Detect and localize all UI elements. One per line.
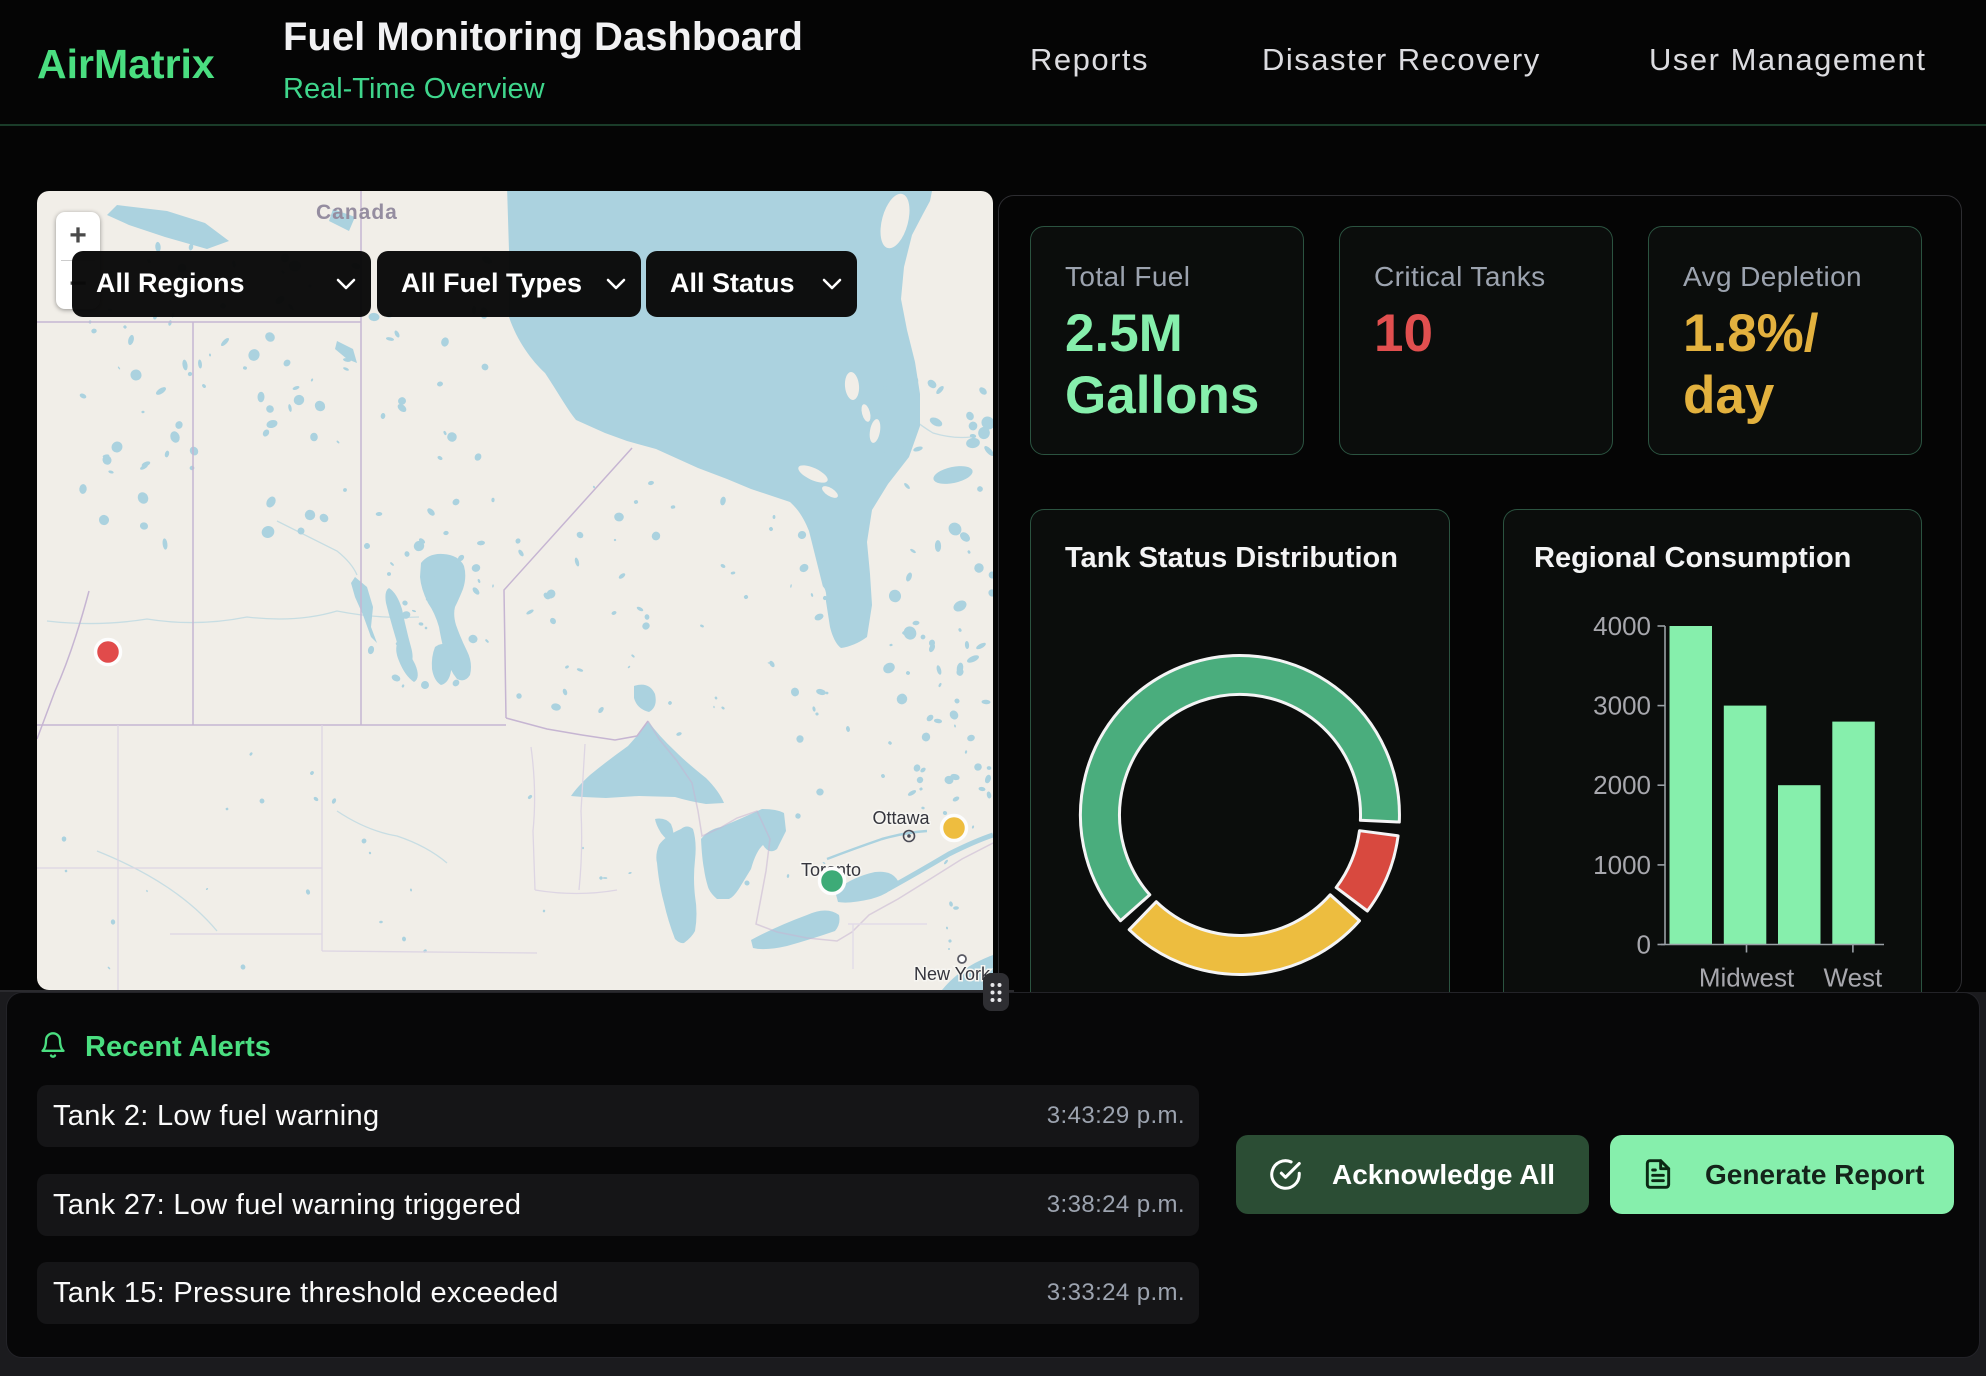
svg-text:Canada: Canada <box>316 201 398 224</box>
svg-text:New York: New York <box>914 964 991 984</box>
svg-text:2000: 2000 <box>1593 770 1651 800</box>
svg-text:3000: 3000 <box>1593 691 1651 721</box>
svg-text:4000: 4000 <box>1593 611 1651 641</box>
svg-text:Midwest: Midwest <box>1699 963 1795 991</box>
svg-text:1000: 1000 <box>1593 850 1651 880</box>
svg-text:Ottawa: Ottawa <box>872 808 930 828</box>
svg-text:0: 0 <box>1637 930 1651 960</box>
svg-text:West: West <box>1824 963 1884 991</box>
